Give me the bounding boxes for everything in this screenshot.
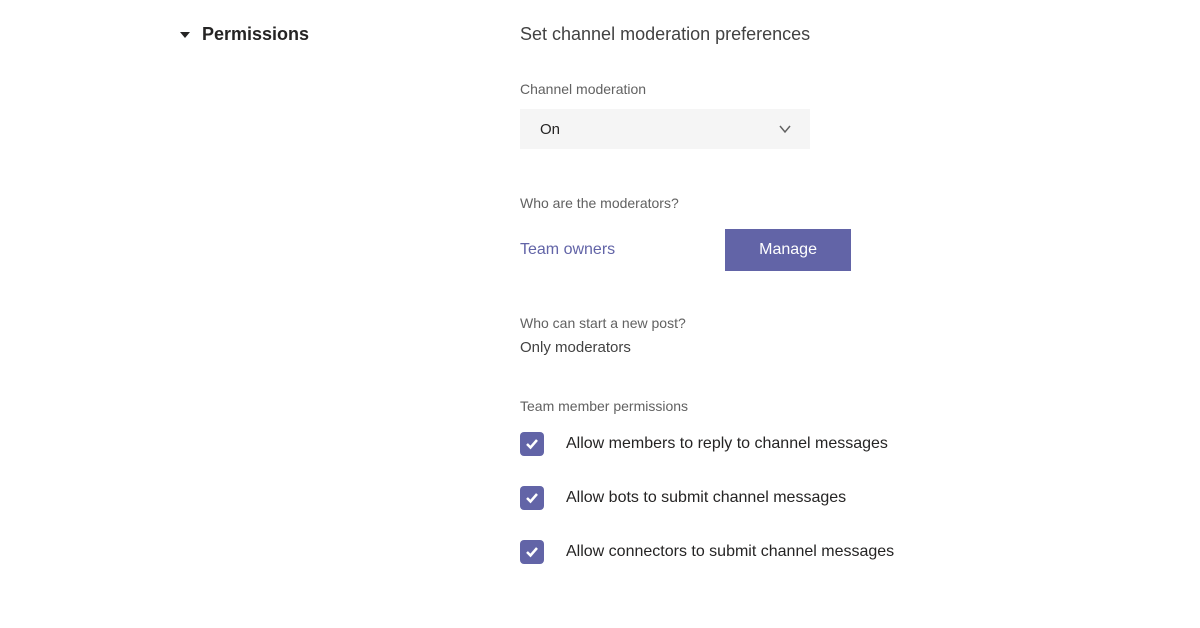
permission-row-reply: Allow members to reply to channel messag… [520,432,1160,456]
caret-down-icon [180,32,190,38]
checkbox-label: Allow bots to submit channel messages [566,489,846,507]
moderation-label: Channel moderation [520,81,1160,97]
section-subtitle: Set channel moderation preferences [520,24,1160,45]
new-post-label: Who can start a new post? [520,315,1160,331]
moderation-value: On [540,121,560,138]
member-permissions-label: Team member permissions [520,398,1160,414]
checkbox-allow-reply[interactable] [520,432,544,456]
section-title: Permissions [202,24,309,45]
permissions-section-toggle[interactable]: Permissions [180,24,520,45]
permission-row-connectors: Allow connectors to submit channel messa… [520,540,1160,564]
manage-button[interactable]: Manage [725,229,851,271]
checkbox-allow-bots[interactable] [520,486,544,510]
permission-row-bots: Allow bots to submit channel messages [520,486,1160,510]
moderation-dropdown[interactable]: On [520,109,810,149]
checkbox-label: Allow members to reply to channel messag… [566,435,888,453]
moderators-link[interactable]: Team owners [520,241,615,259]
new-post-value: Only moderators [520,339,1160,356]
checkbox-label: Allow connectors to submit channel messa… [566,543,894,561]
checkbox-allow-connectors[interactable] [520,540,544,564]
moderators-label: Who are the moderators? [520,195,1160,211]
chevron-down-icon [778,122,792,136]
